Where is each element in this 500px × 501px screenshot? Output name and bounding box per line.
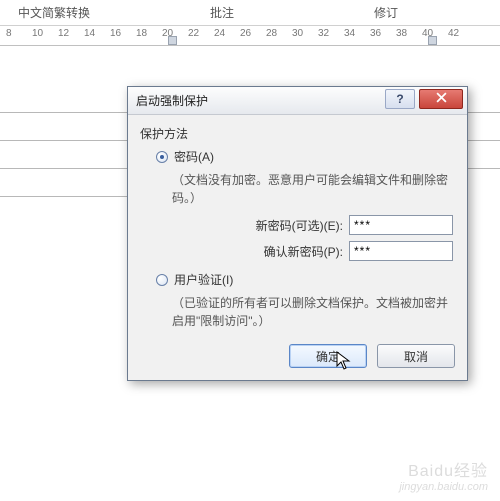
password-description: （文档没有加密。恶意用户可能会编辑文件和删除密码。）	[172, 171, 455, 207]
radio-user-auth[interactable]	[156, 274, 168, 286]
new-password-input[interactable]	[349, 215, 453, 235]
user-auth-description: （已验证的所有者可以删除文档保护。文档被加密并启用"限制访问"。）	[172, 294, 455, 330]
horizontal-ruler[interactable]: 8 10 12 14 16 18 20 22 24 26 28 30 32 34 36 38 40 42	[0, 26, 500, 46]
cancel-button-label: 取消	[404, 348, 428, 365]
ok-button[interactable]: 确定	[289, 344, 367, 368]
ruler-tick: 28	[266, 28, 277, 39]
ruler-tick: 12	[58, 28, 69, 39]
ruler-tick: 24	[214, 28, 225, 39]
protection-method-label: 保护方法	[140, 125, 455, 142]
ok-button-label: 确定	[316, 348, 340, 365]
watermark-brand: Baidu经验	[399, 463, 488, 481]
close-button[interactable]	[419, 89, 463, 109]
table-line	[466, 168, 500, 169]
ruler-tick: 30	[292, 28, 303, 39]
ruler-tick: 14	[84, 28, 95, 39]
watermark-url: jingyan.baidu.com	[399, 481, 488, 493]
dialog-title: 启动强制保护	[136, 92, 208, 109]
enforce-protection-dialog: 启动强制保护 ? 保护方法 密码(A) （文档没有加密。恶意用户可能会编辑文件和…	[127, 86, 468, 381]
ruler-tick: 16	[110, 28, 121, 39]
table-line	[0, 140, 130, 141]
table-line	[466, 140, 500, 141]
confirm-password-label: 确认新密码(P):	[264, 243, 343, 260]
ruler-tick: 18	[136, 28, 147, 39]
new-password-label: 新密码(可选)(E):	[256, 217, 343, 234]
ruler-tick: 22	[188, 28, 199, 39]
ribbon-group-comment: 批注	[210, 4, 234, 25]
dialog-titlebar[interactable]: 启动强制保护 ?	[128, 87, 467, 115]
ruler-tick: 10	[32, 28, 43, 39]
ruler-tick: 36	[370, 28, 381, 39]
radio-password[interactable]	[156, 151, 168, 163]
ribbon-group-tracking: 修订	[374, 4, 398, 25]
radio-password-label[interactable]: 密码(A)	[174, 148, 214, 165]
ruler-tick: 26	[240, 28, 251, 39]
table-line	[0, 196, 130, 197]
close-icon	[436, 92, 447, 106]
ruler-tick: 38	[396, 28, 407, 39]
help-icon: ?	[396, 92, 403, 106]
watermark: Baidu经验 jingyan.baidu.com	[399, 463, 488, 493]
table-line	[0, 168, 130, 169]
ruler-tick: 42	[448, 28, 459, 39]
cancel-button[interactable]: 取消	[377, 344, 455, 368]
ruler-tick: 20	[162, 28, 173, 39]
ruler-tick: 32	[318, 28, 329, 39]
ruler-tick: 40	[422, 28, 433, 39]
ruler-tick: 8	[6, 28, 12, 39]
radio-user-auth-label[interactable]: 用户验证(I)	[174, 271, 233, 288]
confirm-password-input[interactable]	[349, 241, 453, 261]
help-button[interactable]: ?	[385, 89, 415, 109]
ribbon-section-labels: 中文简繁转换 批注 修订	[0, 4, 500, 26]
ribbon-group-convert: 中文简繁转换	[18, 4, 90, 25]
ruler-tick: 34	[344, 28, 355, 39]
